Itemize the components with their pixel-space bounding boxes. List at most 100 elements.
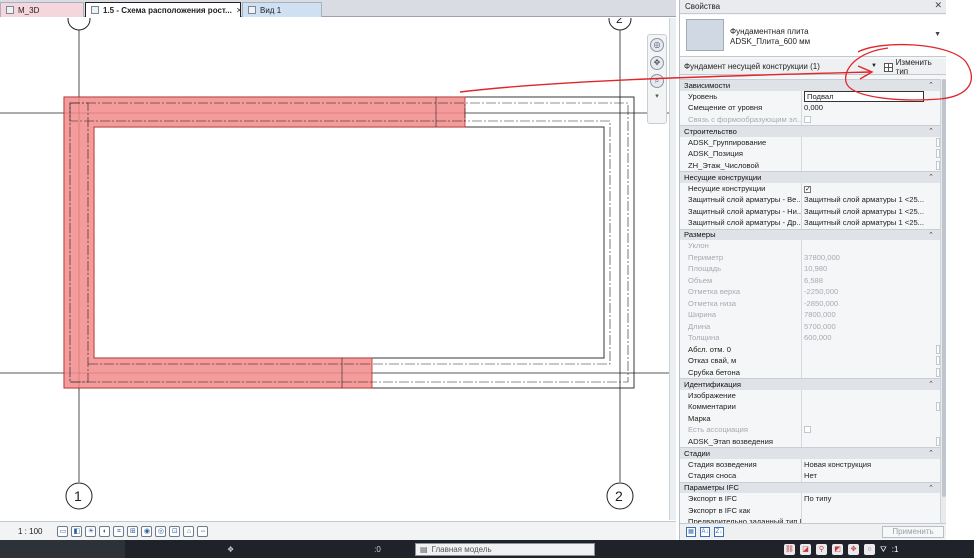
property-row[interactable]: Марка: [680, 412, 940, 425]
property-group[interactable]: Несущие конструкции ⌃: [680, 171, 940, 183]
property-row[interactable]: ADSK_Группирование: [680, 136, 940, 149]
type-selector[interactable]: Фундаментная плита ADSK_Плита_600 мм ▼: [680, 15, 947, 57]
property-row[interactable]: ZH_Этаж_Числовой: [680, 159, 940, 172]
property-value[interactable]: ✓: [802, 183, 940, 195]
property-group[interactable]: Зависимости ⌃: [680, 79, 940, 91]
sort-za-icon[interactable]: Z↓: [714, 527, 724, 537]
coord-readout: :0: [374, 544, 381, 554]
property-value[interactable]: [802, 413, 940, 425]
property-row[interactable]: Стадия возведения Новая конструкция: [680, 458, 940, 471]
chevron-down-icon[interactable]: ▾: [655, 92, 659, 100]
select-underlay-icon[interactable]: ◪: [800, 544, 811, 555]
shadows-icon[interactable]: ◐: [99, 525, 111, 537]
categorized-icon[interactable]: ▦: [686, 527, 696, 537]
view-scale[interactable]: 1 : 100: [18, 527, 42, 536]
show-crop-icon[interactable]: ⊞: [127, 525, 139, 537]
analytical-model-icon[interactable]: ⌂: [183, 525, 195, 537]
property-row[interactable]: Уровень Подвал: [680, 90, 940, 103]
property-value[interactable]: [802, 160, 940, 172]
property-value[interactable]: Новая конструкция: [802, 459, 940, 471]
sun-path-icon[interactable]: ☀: [85, 525, 97, 537]
collapse-icon[interactable]: ⌃: [928, 379, 934, 390]
property-value[interactable]: [802, 401, 940, 413]
steering-wheel-icon[interactable]: ◎: [650, 38, 664, 52]
property-row[interactable]: Изображение: [680, 389, 940, 402]
property-value[interactable]: [802, 148, 940, 160]
property-row[interactable]: Экспорт в IFC По типу: [680, 493, 940, 505]
highlight-displacement-icon[interactable]: ⇔: [197, 525, 209, 537]
select-by-face-icon[interactable]: ◩: [832, 544, 843, 555]
property-value[interactable]: [802, 436, 940, 448]
property-row[interactable]: Срубка бетона: [680, 366, 940, 379]
property-row[interactable]: Защитный слой арматуры - Др... Защитный с…: [680, 217, 940, 229]
selected-foundation[interactable]: [63, 96, 466, 389]
detail-level-icon[interactable]: ▭: [57, 525, 69, 537]
property-row[interactable]: Несущие конструкции ✓: [680, 182, 940, 195]
chevron-down-icon[interactable]: ▼: [871, 63, 877, 69]
property-group[interactable]: Строительство ⌃: [680, 125, 940, 137]
property-value[interactable]: 0,000: [802, 102, 940, 114]
collapse-icon[interactable]: ⌃: [928, 172, 934, 183]
collapse-icon[interactable]: ⌃: [928, 126, 934, 137]
property-value[interactable]: [802, 390, 940, 402]
property-value[interactable]: [802, 367, 940, 379]
canvas-scrollbar[interactable]: [669, 18, 676, 520]
close-icon[interactable]: ✕: [236, 4, 240, 17]
property-group[interactable]: Стадии ⌃: [680, 447, 940, 459]
filter-icon[interactable]: ⛛: [880, 545, 887, 555]
close-icon[interactable]: ✕: [934, 0, 942, 11]
drag-elements-icon[interactable]: ✥: [848, 544, 859, 555]
property-value[interactable]: [802, 355, 940, 367]
property-value[interactable]: Защитный слой арматуры 1 <25...: [802, 206, 940, 218]
property-value[interactable]: [802, 137, 940, 149]
property-row[interactable]: Комментарии: [680, 401, 940, 413]
property-value[interactable]: Защитный слой арматуры 1 <25...: [802, 194, 940, 206]
property-value[interactable]: Нет: [802, 470, 940, 482]
tab-plan-scheme[interactable]: 1.5 - Схема расположения рост... ✕: [85, 2, 241, 17]
drawing-canvas[interactable]: 2 1 2 ◎ ✥ ⌕ ▾: [0, 18, 669, 520]
slab-outer-edge[interactable]: [63, 96, 635, 389]
zoom-icon[interactable]: ⌕: [650, 74, 664, 88]
background-process-icon[interactable]: ○: [864, 544, 875, 555]
property-row[interactable]: ADSK_Позиция: [680, 148, 940, 160]
property-row[interactable]: Защитный слой арматуры - Ни... Защитный с…: [680, 205, 940, 218]
collapse-icon[interactable]: ⌃: [928, 230, 934, 241]
collapse-icon[interactable]: ⌃: [928, 483, 934, 494]
apply-button[interactable]: Применить: [882, 526, 944, 538]
property-row[interactable]: Отказ свай, м: [680, 355, 940, 367]
property-row[interactable]: Абсл. отм. 0: [680, 343, 940, 356]
worksets-icon[interactable]: ❖: [227, 545, 234, 554]
property-row[interactable]: Защитный слой арматуры - Ве... Защитный с…: [680, 194, 940, 206]
reveal-hidden-icon[interactable]: ◎: [155, 525, 167, 537]
property-value[interactable]: Защитный слой арматуры 1 <25...: [802, 217, 940, 229]
select-links-icon[interactable]: ⛓: [784, 544, 795, 555]
level-input[interactable]: Подвал: [804, 90, 924, 102]
sort-az-icon[interactable]: A↓: [700, 527, 710, 537]
property-value[interactable]: [802, 505, 940, 517]
visual-style-icon[interactable]: ◧: [71, 525, 83, 537]
temporary-hide-icon[interactable]: ◉: [141, 525, 153, 537]
pan-icon[interactable]: ✥: [650, 56, 664, 70]
property-value[interactable]: [802, 344, 940, 356]
select-pinned-icon[interactable]: ⚲: [816, 544, 827, 555]
property-row[interactable]: Смещение от уровня 0,000: [680, 102, 940, 114]
property-group[interactable]: Размеры ⌃: [680, 228, 940, 241]
property-value[interactable]: Подвал: [802, 90, 940, 103]
crop-view-icon[interactable]: ⌗: [113, 525, 125, 537]
edit-type-button[interactable]: Изменить тип: [881, 58, 947, 76]
property-row[interactable]: Экспорт в IFC как: [680, 504, 940, 517]
chevron-down-icon[interactable]: ▼: [934, 31, 941, 38]
collapse-icon[interactable]: ⌃: [928, 80, 934, 91]
tab-view-1[interactable]: Вид 1: [242, 2, 322, 17]
property-value[interactable]: По типу: [802, 493, 940, 505]
active-model-select[interactable]: ▤ Главная модель: [415, 543, 595, 556]
tab-m-3d[interactable]: M_3D: [0, 2, 84, 17]
property-row[interactable]: Стадия сноса Нет: [680, 470, 940, 482]
property-group[interactable]: Параметры IFC ⌃: [680, 481, 940, 494]
property-checkbox[interactable]: ✓: [804, 185, 811, 193]
worksharing-display-icon[interactable]: ⊡: [169, 525, 181, 537]
collapse-icon[interactable]: ⌃: [928, 448, 934, 459]
property-group[interactable]: Идентификация ⌃: [680, 378, 940, 390]
instance-filter[interactable]: Фундамент несущей конструкции (1) ▼ Изме…: [680, 58, 947, 76]
property-row[interactable]: ADSK_Этап возведения: [680, 435, 940, 448]
